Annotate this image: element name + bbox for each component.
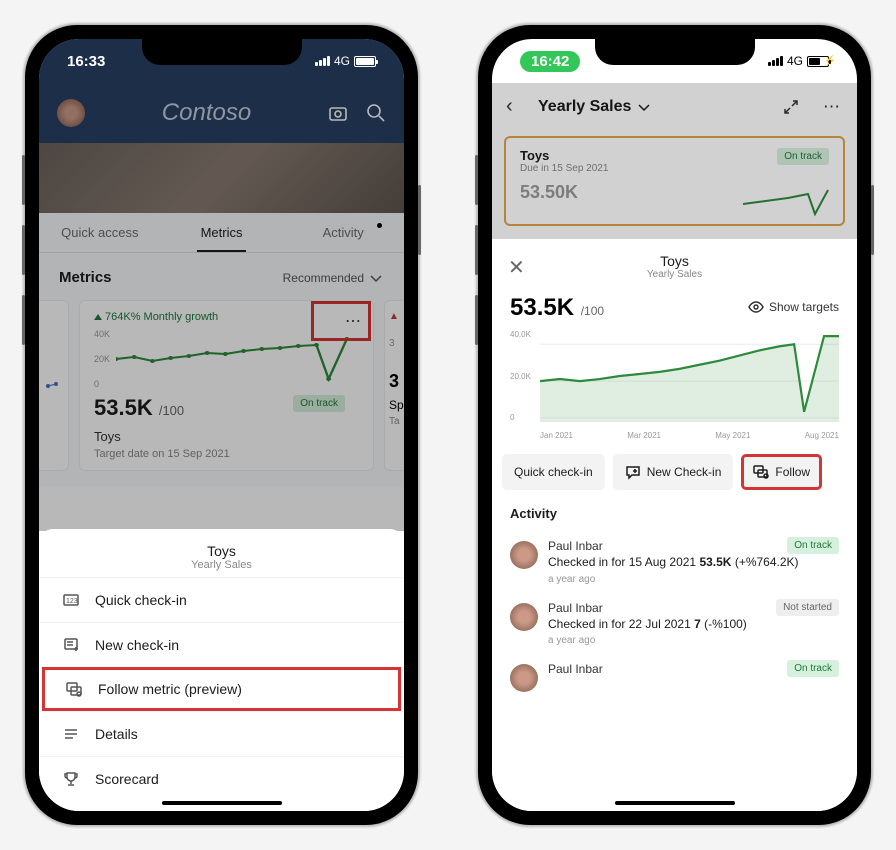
show-targets-toggle[interactable]: Show targets bbox=[748, 299, 839, 315]
menu-follow-metric[interactable]: Follow metric (preview) bbox=[42, 667, 401, 711]
avatar bbox=[510, 664, 538, 692]
chip-follow[interactable]: Follow bbox=[741, 454, 822, 490]
activity-item[interactable]: Paul Inbar Checked in for 22 Jul 2021 7 … bbox=[510, 593, 839, 655]
activity-text: Checked in for 15 Aug 2021 53.5K (+%764.… bbox=[548, 555, 839, 571]
eye-icon bbox=[748, 299, 764, 315]
status-time: 16:33 bbox=[67, 53, 105, 70]
sheet-subtitle: Yearly Sales bbox=[39, 559, 404, 571]
action-sheet: Toys Yearly Sales 123 Quick check-in New… bbox=[39, 529, 404, 811]
menu-quick-checkin[interactable]: 123 Quick check-in bbox=[39, 577, 404, 622]
modal-backdrop[interactable] bbox=[492, 83, 857, 239]
menu-new-checkin[interactable]: New check-in bbox=[39, 622, 404, 667]
activity-text: Checked in for 22 Jul 2021 7 (-%100) bbox=[548, 617, 839, 633]
avatar bbox=[510, 541, 538, 569]
signal-icon bbox=[768, 56, 783, 66]
activity-time: a year ago bbox=[548, 635, 839, 646]
avatar bbox=[510, 603, 538, 631]
svg-text:123: 123 bbox=[66, 598, 78, 605]
status-time: 16:42 bbox=[520, 51, 580, 72]
list-icon bbox=[61, 726, 81, 742]
close-button[interactable]: ✕ bbox=[508, 255, 525, 280]
number-box-icon: 123 bbox=[61, 592, 81, 608]
chip-quick-checkin[interactable]: Quick check-in bbox=[502, 454, 605, 490]
network-label: 4G bbox=[787, 54, 803, 68]
activity-item[interactable]: Paul Inbar On track bbox=[510, 654, 839, 700]
chip-new-checkin[interactable]: New Check-in bbox=[613, 454, 734, 490]
status-badge: On track bbox=[787, 660, 839, 677]
metric-chart: 40.0K20.0K0 Jan 2021Mar 2021May 2021Aug … bbox=[510, 330, 839, 440]
sheet-subtitle: Yearly Sales bbox=[510, 269, 839, 280]
network-label: 4G bbox=[334, 54, 350, 68]
chat-add-icon bbox=[625, 464, 641, 480]
note-add-icon bbox=[61, 637, 81, 653]
metric-value: 53.5K /100 bbox=[510, 294, 604, 322]
detail-sheet: ✕ Toys Yearly Sales 53.5K /100 Show targ… bbox=[492, 239, 857, 811]
trophy-icon bbox=[61, 771, 81, 787]
activity-time: a year ago bbox=[548, 574, 839, 585]
activity-item[interactable]: Paul Inbar Checked in for 15 Aug 2021 53… bbox=[510, 531, 839, 593]
modal-backdrop[interactable] bbox=[39, 39, 404, 531]
home-indicator[interactable] bbox=[615, 801, 735, 805]
status-badge: On track bbox=[787, 537, 839, 554]
battery-icon bbox=[354, 56, 376, 67]
sheet-title: Toys bbox=[510, 253, 839, 269]
signal-icon bbox=[315, 56, 330, 66]
status-badge: Not started bbox=[776, 599, 839, 616]
menu-scorecard[interactable]: Scorecard bbox=[39, 756, 404, 801]
follow-icon bbox=[753, 464, 769, 480]
battery-icon: ⚡ bbox=[807, 56, 829, 67]
menu-details[interactable]: Details bbox=[39, 711, 404, 756]
follow-icon bbox=[64, 681, 84, 697]
sheet-title: Toys bbox=[39, 543, 404, 559]
activity-heading: Activity bbox=[510, 506, 839, 521]
home-indicator[interactable] bbox=[162, 801, 282, 805]
